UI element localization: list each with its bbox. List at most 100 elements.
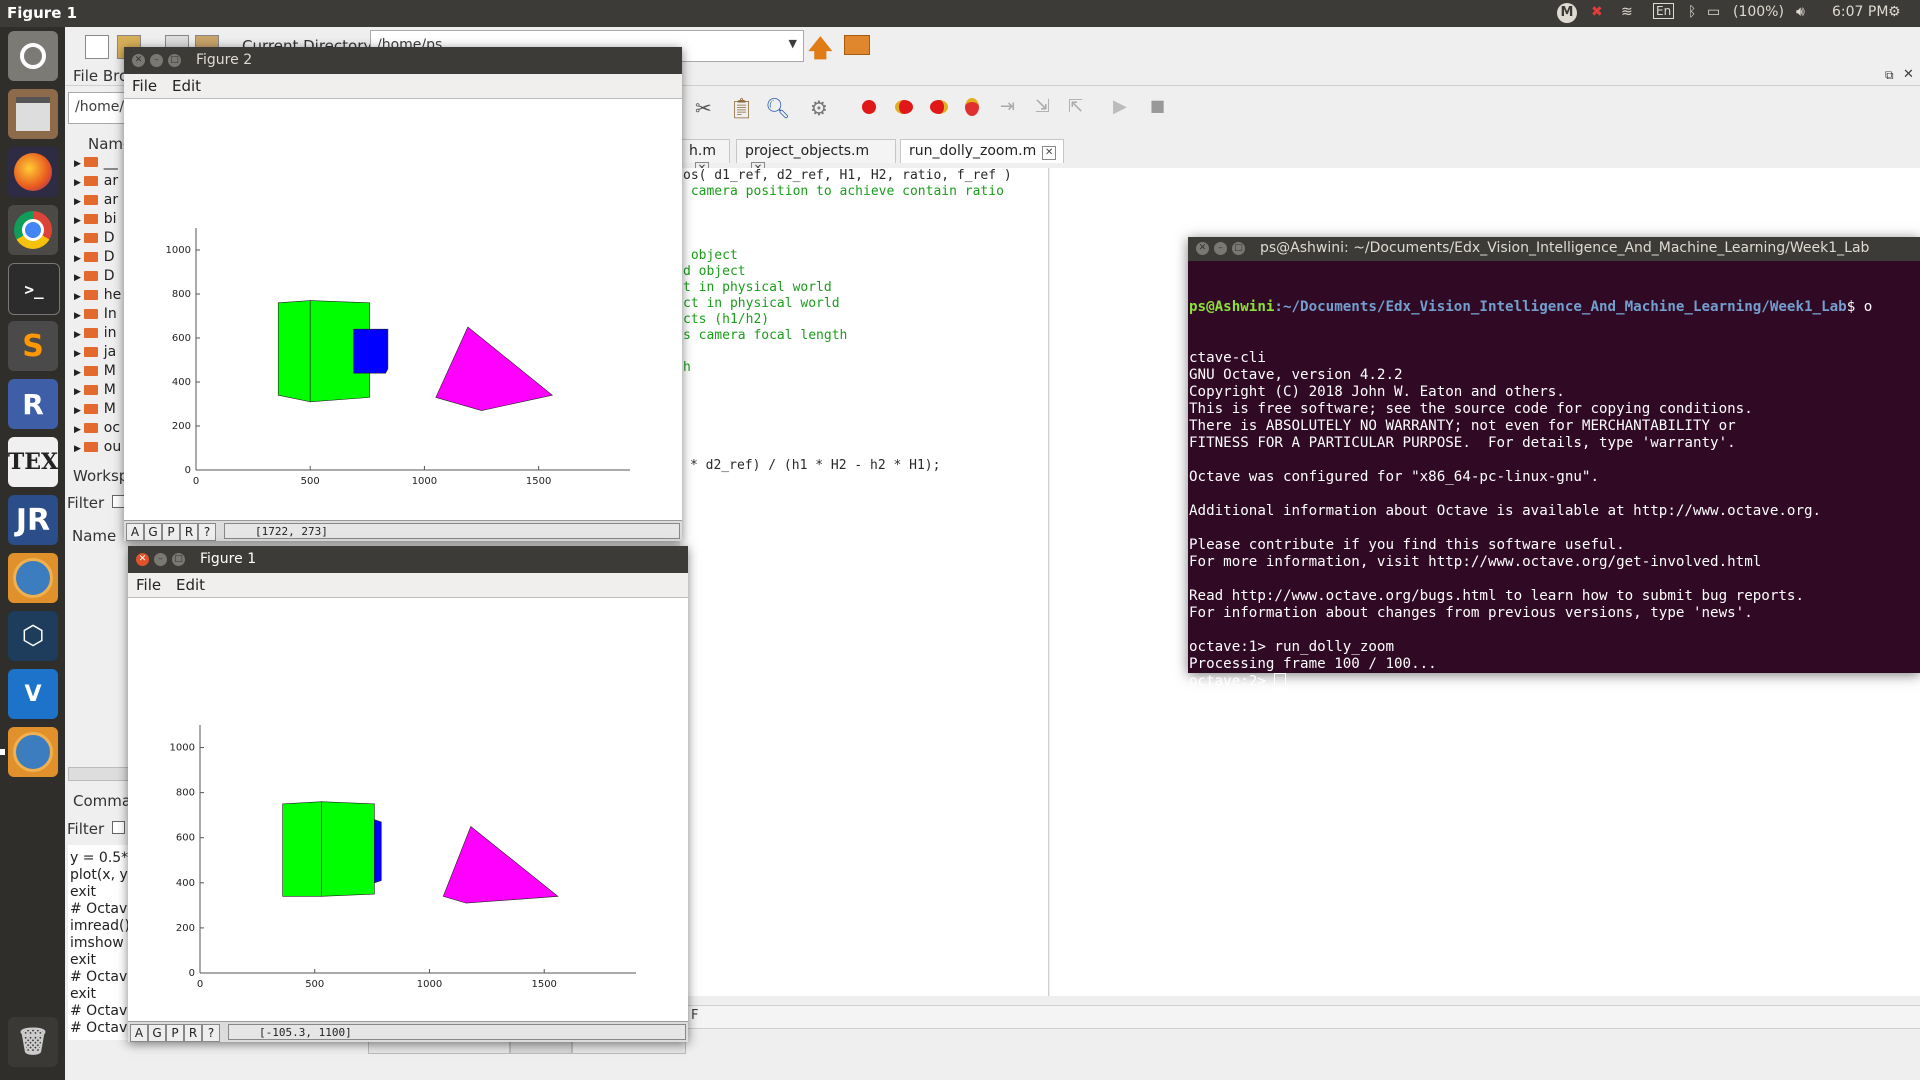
new-script-icon[interactable] (85, 35, 109, 59)
clock[interactable]: 6:07 PM (1832, 4, 1888, 20)
virtualbox-icon[interactable]: ⬡ (8, 611, 58, 661)
chevron-down-icon[interactable]: ▼ (789, 37, 797, 50)
files-icon[interactable] (8, 89, 58, 139)
tree-item[interactable]: ▶ D (74, 249, 115, 267)
cut-icon[interactable]: ✂ (695, 96, 712, 120)
figure1-titlebar[interactable]: ✕ – □ Figure 1 (128, 546, 688, 573)
tex-icon[interactable]: TEX (8, 437, 58, 487)
expand-arrow-icon[interactable]: ▶ (74, 444, 84, 454)
tree-item[interactable]: ▶ ja (74, 344, 116, 362)
history-item[interactable]: exit (70, 986, 96, 1002)
find-icon[interactable]: 🔍︎ (765, 96, 790, 120)
tab-script-partial[interactable]: h.m✕ (680, 139, 730, 176)
history-item[interactable]: exit (70, 952, 96, 968)
autoscale-button[interactable]: A (126, 523, 144, 541)
expand-arrow-icon[interactable]: ▶ (74, 254, 84, 264)
wifi-icon[interactable]: ≋ (1621, 4, 1633, 20)
terminal-output[interactable]: ps@Ashwini:~/Documents/Edx_Vision_Intell… (1188, 261, 1920, 690)
menu-edit[interactable]: Edit (172, 77, 201, 95)
next-breakpoint-icon[interactable] (895, 100, 913, 114)
tree-item[interactable]: ▶ ou (74, 439, 121, 457)
expand-arrow-icon[interactable]: ▶ (74, 235, 84, 245)
history-item[interactable]: plot(x, y) (70, 867, 133, 883)
help-button[interactable]: ? (198, 523, 216, 541)
tree-item[interactable]: ▶ oc (74, 420, 120, 438)
rotate-button[interactable]: R (184, 1024, 202, 1042)
undock-icon[interactable]: ⧉ (1885, 68, 1894, 83)
tree-item[interactable]: ▶ __ (74, 154, 118, 172)
firefox-icon[interactable] (8, 147, 58, 197)
toggle-breakpoint-icon[interactable] (862, 100, 876, 114)
rotate-button[interactable]: R (180, 523, 198, 541)
file-browser-path-field[interactable]: /home/ (68, 92, 130, 124)
minimize-window-icon[interactable]: – (154, 553, 167, 566)
history-item[interactable]: y = 0.5*s (70, 850, 135, 866)
tab-project-objects[interactable]: project_objects.m✕ (736, 139, 896, 176)
tree-item[interactable]: ▶ M (74, 382, 116, 400)
history-item[interactable]: imread() (70, 918, 130, 934)
keyboard-language[interactable]: En (1653, 3, 1675, 19)
octave-running-icon[interactable] (8, 727, 58, 777)
tab-run-dolly-zoom[interactable]: run_dolly_zoom.m ✕ (900, 139, 1064, 163)
expand-arrow-icon[interactable]: ▶ (74, 216, 84, 226)
expand-arrow-icon[interactable]: ▶ (74, 197, 84, 207)
volume-icon[interactable]: 🔊︎ (1796, 4, 1805, 20)
trash-icon[interactable]: 🗑︎ (8, 1017, 58, 1067)
expand-arrow-icon[interactable]: ▶ (74, 406, 84, 416)
close-window-icon[interactable]: ✕ (1196, 242, 1209, 255)
tree-item[interactable]: ▶ bi (74, 211, 117, 229)
ubuntu-dash-icon[interactable] (8, 31, 58, 81)
history-item[interactable]: # Octave (70, 969, 136, 985)
expand-arrow-icon[interactable]: ▶ (74, 292, 84, 302)
expand-arrow-icon[interactable]: ▶ (74, 387, 84, 397)
step-out-icon[interactable]: ⇱ (1068, 96, 1083, 117)
settings-gear-icon[interactable]: ⚙ (1888, 4, 1901, 20)
parent-directory-arrow-icon[interactable]: 🡅 (808, 31, 833, 72)
tree-item[interactable]: ▶ M (74, 363, 116, 381)
dropbox-indicator-icon[interactable]: ✖ (1591, 4, 1603, 20)
close-window-icon[interactable]: ✕ (132, 54, 145, 67)
figure2-titlebar[interactable]: ✕ – □ Figure 2 (124, 47, 682, 74)
continue-icon[interactable]: ▶ (1113, 96, 1127, 117)
terminal-titlebar[interactable]: ✕ – □ ps@Ashwini: ~/Documents/Edx_Vision… (1188, 237, 1920, 261)
expand-arrow-icon[interactable]: ▶ (74, 273, 84, 283)
step-icon[interactable]: ⇥ (1000, 96, 1015, 117)
expand-arrow-icon[interactable]: ▶ (74, 368, 84, 378)
menu-file[interactable]: File (132, 77, 157, 95)
battery-icon[interactable]: ▭ (1707, 4, 1720, 20)
remove-breakpoints-icon[interactable] (965, 98, 979, 116)
expand-arrow-icon[interactable]: ▶ (74, 178, 84, 188)
grid-button[interactable]: G (148, 1024, 166, 1042)
r-language-icon[interactable]: R (8, 379, 58, 429)
octave-icon[interactable] (8, 553, 58, 603)
expand-arrow-icon[interactable]: ▶ (74, 311, 84, 321)
minimize-window-icon[interactable]: – (150, 54, 163, 67)
maximize-window-icon[interactable]: □ (1232, 242, 1245, 255)
previous-breakpoint-icon[interactable] (930, 100, 948, 114)
history-item[interactable]: imshow (70, 935, 124, 951)
terminal-icon[interactable]: >_ (8, 263, 60, 315)
history-item[interactable]: # Octave (70, 1020, 136, 1036)
pan-button[interactable]: P (162, 523, 180, 541)
pan-button[interactable]: P (166, 1024, 184, 1042)
browse-folder-icon[interactable] (844, 35, 870, 55)
history-item[interactable]: # Octave (70, 901, 136, 917)
quit-debug-icon[interactable]: ■ (1150, 96, 1165, 115)
help-button[interactable]: ? (202, 1024, 220, 1042)
tree-item[interactable]: ▶ D (74, 268, 115, 286)
tree-item[interactable]: ▶ In (74, 306, 117, 324)
tree-item[interactable]: ▶ ar (74, 192, 118, 210)
figure2-plot[interactable]: 0 500 1000 1500 0 200 400 600 800 1000 (124, 99, 682, 519)
tree-item[interactable]: ▶ ar (74, 173, 118, 191)
figure1-plot[interactable]: 0 500 1000 1500 0 200 400 600 800 1000 (128, 598, 688, 1020)
paste-icon[interactable]: 📋︎ (729, 96, 754, 120)
maximize-window-icon[interactable]: □ (172, 553, 185, 566)
expand-arrow-icon[interactable]: ▶ (74, 330, 84, 340)
chrome-icon[interactable] (8, 205, 58, 255)
settings-icon[interactable]: ⚙ (810, 96, 828, 120)
expand-arrow-icon[interactable]: ▶ (74, 159, 84, 169)
jabref-icon[interactable]: JR (8, 495, 58, 545)
minimize-window-icon[interactable]: – (1214, 242, 1227, 255)
bluetooth-icon[interactable]: ᛒ (1688, 4, 1696, 20)
tree-item[interactable]: ▶ D (74, 230, 115, 248)
